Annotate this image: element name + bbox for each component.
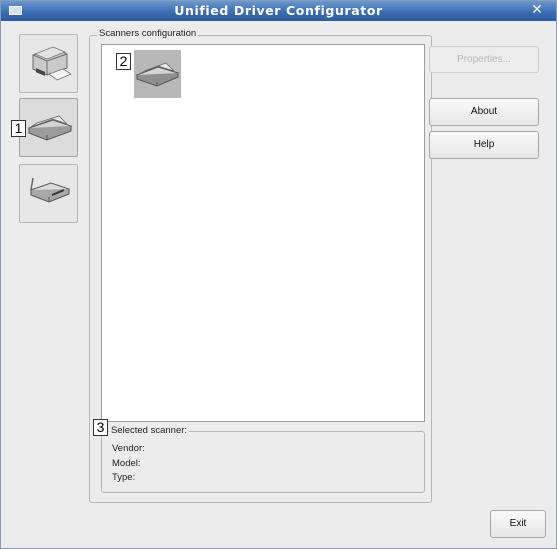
close-icon[interactable]: ✕ <box>530 2 544 19</box>
scanner-list[interactable] <box>101 44 425 422</box>
app-window: Unified Driver Configurator ✕ 1 Scanners… <box>0 0 557 549</box>
model-label: Model: <box>112 458 141 469</box>
exit-button[interactable]: Exit <box>490 510 546 538</box>
callout-3: 3 <box>93 419 108 436</box>
window-title: Unified Driver Configurator <box>174 3 383 18</box>
scanner-icon <box>27 115 73 141</box>
type-label: Type: <box>112 472 136 483</box>
callout-2: 2 <box>116 53 131 70</box>
port-icon <box>29 177 71 203</box>
help-button[interactable]: Help <box>429 131 539 159</box>
printer-icon <box>32 46 72 81</box>
selected-scanner-label: Selected scanner: <box>109 425 190 436</box>
selected-scanner-group <box>101 431 425 493</box>
vendor-label: Vendor: <box>112 443 145 454</box>
scanner-icon <box>135 62 180 87</box>
callout-1: 1 <box>11 120 26 137</box>
properties-button[interactable]: Properties... <box>429 46 539 73</box>
sidebar-item-printers[interactable] <box>19 34 78 93</box>
about-button[interactable]: About <box>429 98 539 126</box>
sidebar-item-ports[interactable] <box>19 164 78 223</box>
title-bar[interactable]: Unified Driver Configurator ✕ <box>1 1 556 21</box>
sidebar-item-scanners[interactable] <box>19 98 78 157</box>
scanners-configuration-label: Scanners configuration <box>97 28 199 39</box>
scanner-list-item[interactable] <box>134 50 181 98</box>
